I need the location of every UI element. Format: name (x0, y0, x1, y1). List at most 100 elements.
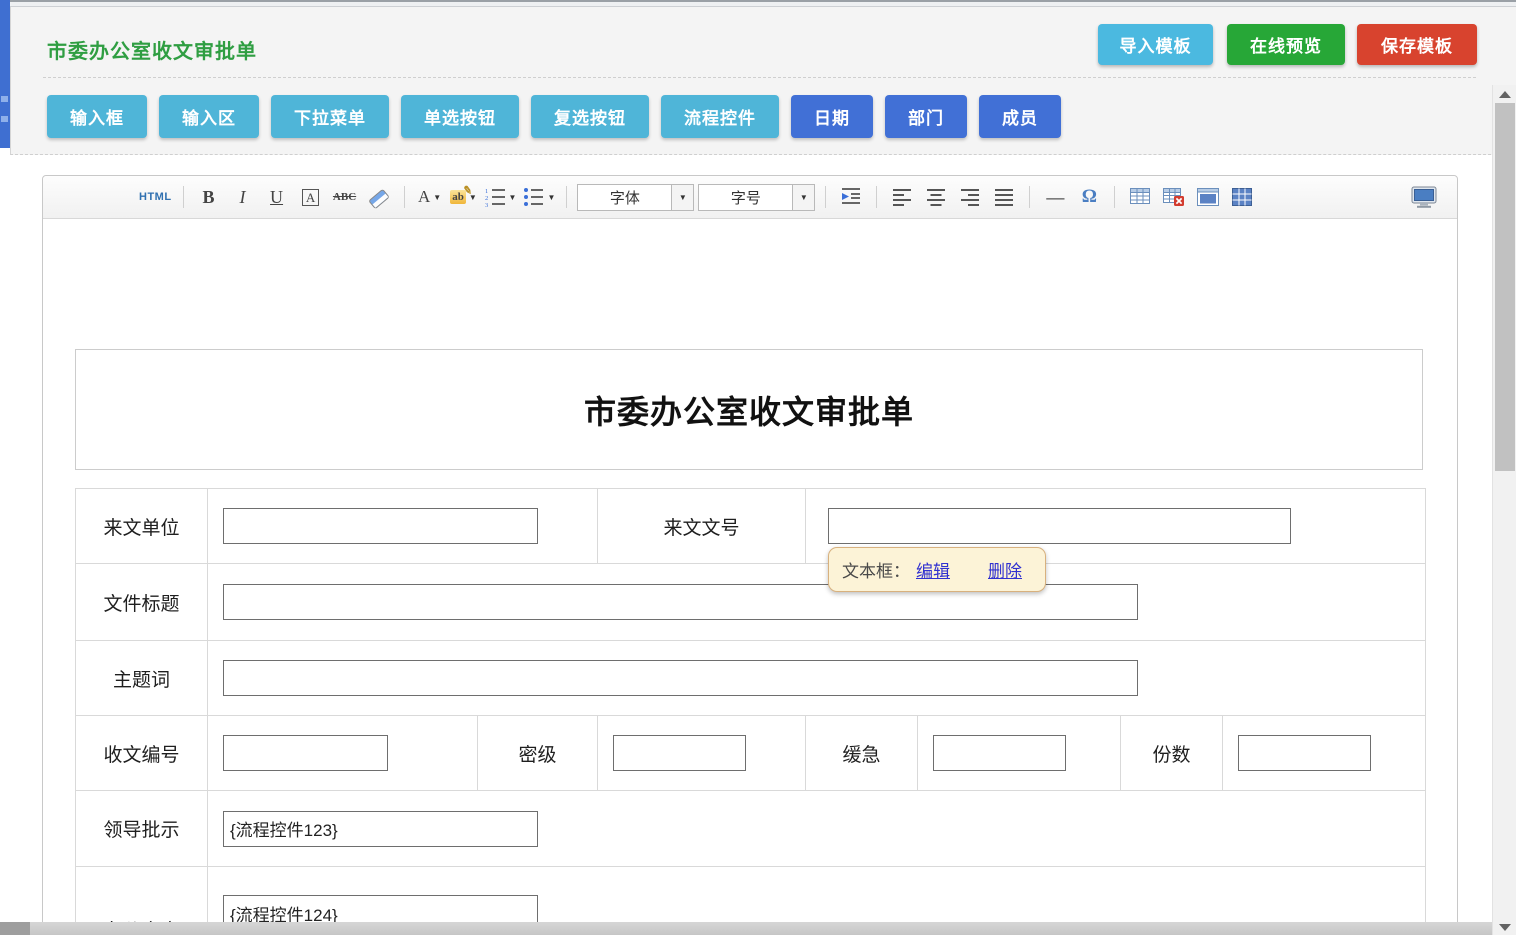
toolbar-separator (1029, 186, 1030, 208)
import-template-button[interactable]: 导入模板 (1098, 24, 1213, 65)
bold-button[interactable]: B (194, 183, 224, 211)
table-row: 领导批示 (76, 791, 1426, 867)
toolbar-separator (183, 186, 184, 208)
chevron-down-icon[interactable]: ▼ (671, 185, 693, 210)
edit-link[interactable]: 编辑 (916, 557, 950, 582)
chevron-down-icon[interactable]: ▼ (792, 185, 814, 210)
horizontal-rule-button[interactable]: — (1040, 183, 1070, 211)
insert-flow-control-button[interactable]: 流程控件 (661, 95, 779, 138)
html-source-icon: HTML (139, 191, 172, 203)
remove-format-button[interactable] (364, 183, 394, 211)
font-family-select[interactable]: 字体 ▼ (577, 184, 694, 211)
save-template-button[interactable]: 保存模板 (1357, 24, 1477, 65)
copies-input[interactable] (1238, 735, 1371, 771)
fullscreen-button[interactable] (1409, 183, 1439, 211)
align-left-button[interactable] (887, 183, 917, 211)
window-left-strip (0, 0, 10, 148)
italic-button[interactable]: I (228, 183, 258, 211)
align-right-icon (959, 186, 981, 208)
scroll-up-arrow-icon[interactable] (1499, 91, 1511, 98)
vertical-scrollbar[interactable] (1492, 85, 1516, 935)
receipt-number-input[interactable] (223, 735, 388, 771)
font-size-value: 字号 (699, 187, 792, 208)
font-color-icon: A (418, 187, 430, 207)
unordered-list-button[interactable]: ▼ (521, 183, 556, 211)
leader-comments-input[interactable] (223, 811, 538, 847)
insert-textarea-button[interactable]: 输入区 (159, 95, 259, 138)
page-header: 市委办公室收文审批单 导入模板 在线预览 保存模板 输入框 输入区 下拉菜单 单… (10, 7, 1516, 155)
tooltip-label: 文本框： (842, 557, 910, 582)
table-row: 来文单位 来文文号 (76, 489, 1426, 564)
table-properties-icon (1232, 188, 1252, 206)
insert-table-icon (1130, 188, 1150, 206)
ordered-list-icon: 1 2 3 (484, 186, 506, 208)
page-title: 市委办公室收文审批单 (47, 35, 257, 64)
toolbar-separator (876, 186, 877, 208)
align-center-button[interactable] (921, 183, 951, 211)
insert-member-button[interactable]: 成员 (979, 95, 1061, 138)
keywords-input[interactable] (223, 660, 1138, 696)
html-source-button[interactable]: HTML (138, 183, 173, 211)
font-family-value: 字体 (578, 187, 671, 208)
svg-text:1: 1 (485, 188, 488, 195)
form-table: 来文单位 来文文号 文件标题 主题词 收文编号 密级 缓急 份数 (75, 488, 1426, 935)
insert-table-button[interactable] (1125, 183, 1155, 211)
left-strip-mark (1, 116, 8, 122)
left-strip-mark (1, 96, 8, 102)
chevron-down-icon: ▼ (433, 193, 441, 202)
insert-department-button[interactable]: 部门 (885, 95, 967, 138)
online-preview-button[interactable]: 在线预览 (1227, 24, 1345, 65)
table-properties-button[interactable] (1227, 183, 1257, 211)
label-copies: 份数 (1121, 716, 1223, 791)
merge-cells-icon (1197, 188, 1219, 206)
label-leader-comments: 领导批示 (76, 791, 208, 867)
font-color-button[interactable]: A▼ (415, 183, 445, 211)
scroll-down-arrow-icon[interactable] (1499, 924, 1511, 931)
urgency-input[interactable] (933, 735, 1066, 771)
align-right-button[interactable] (955, 183, 985, 211)
highlight-color-button[interactable]: ab✎▼ (449, 183, 479, 211)
char-style-button[interactable]: A (296, 183, 326, 211)
vertical-scrollbar-thumb[interactable] (1495, 103, 1515, 471)
insert-dropdown-button[interactable]: 下拉菜单 (271, 95, 389, 138)
delete-table-button[interactable] (1159, 183, 1189, 211)
merge-cells-button[interactable] (1193, 183, 1223, 211)
editor-toolbar: HTML B I U A ABC A▼ ab✎▼ 1 2 3 (43, 176, 1457, 219)
toolbar-separator (566, 186, 567, 208)
document-number-input[interactable] (828, 508, 1291, 544)
window-top-edge (0, 0, 1516, 7)
label-urgency: 缓急 (806, 716, 918, 791)
secrecy-level-input[interactable] (613, 735, 746, 771)
underline-button[interactable]: U (262, 183, 292, 211)
table-row: 主题词 (76, 641, 1426, 716)
align-center-icon (925, 186, 947, 208)
special-char-button[interactable]: Ω (1074, 183, 1104, 211)
editor-canvas[interactable]: 市委办公室收文审批单 来文单位 来文文号 文件标题 主题词 收文 (43, 219, 1457, 935)
header-divider (43, 77, 1476, 78)
form-title-box: 市委办公室收文审批单 (75, 349, 1423, 470)
strikethrough-button[interactable]: ABC (330, 183, 360, 211)
insert-checkbox-button[interactable]: 复选按钮 (531, 95, 649, 138)
unordered-list-icon (522, 186, 544, 208)
indent-icon (840, 186, 862, 208)
toolbar-separator (825, 186, 826, 208)
svg-text:3: 3 (485, 202, 488, 208)
horizontal-scrollbar[interactable] (0, 922, 1492, 935)
label-keywords: 主题词 (76, 641, 208, 716)
insert-radio-button[interactable]: 单选按钮 (401, 95, 519, 138)
toolbar-separator (404, 186, 405, 208)
delete-link[interactable]: 删除 (988, 557, 1022, 582)
label-document-title: 文件标题 (76, 564, 208, 641)
control-buttons-row: 输入框 输入区 下拉菜单 单选按钮 复选按钮 流程控件 日期 部门 成员 (47, 95, 1061, 138)
chevron-down-icon: ▼ (547, 193, 555, 202)
indent-button[interactable] (836, 183, 866, 211)
table-row: 收文编号 密级 缓急 份数 (76, 716, 1426, 791)
ordered-list-button[interactable]: 1 2 3 ▼ (483, 183, 518, 211)
char-style-icon: A (302, 189, 319, 206)
insert-input-box-button[interactable]: 输入框 (47, 95, 147, 138)
source-unit-input[interactable] (223, 508, 538, 544)
insert-date-button[interactable]: 日期 (791, 95, 873, 138)
align-justify-button[interactable] (989, 183, 1019, 211)
form-title: 市委办公室收文审批单 (584, 387, 914, 433)
font-size-select[interactable]: 字号 ▼ (698, 184, 815, 211)
